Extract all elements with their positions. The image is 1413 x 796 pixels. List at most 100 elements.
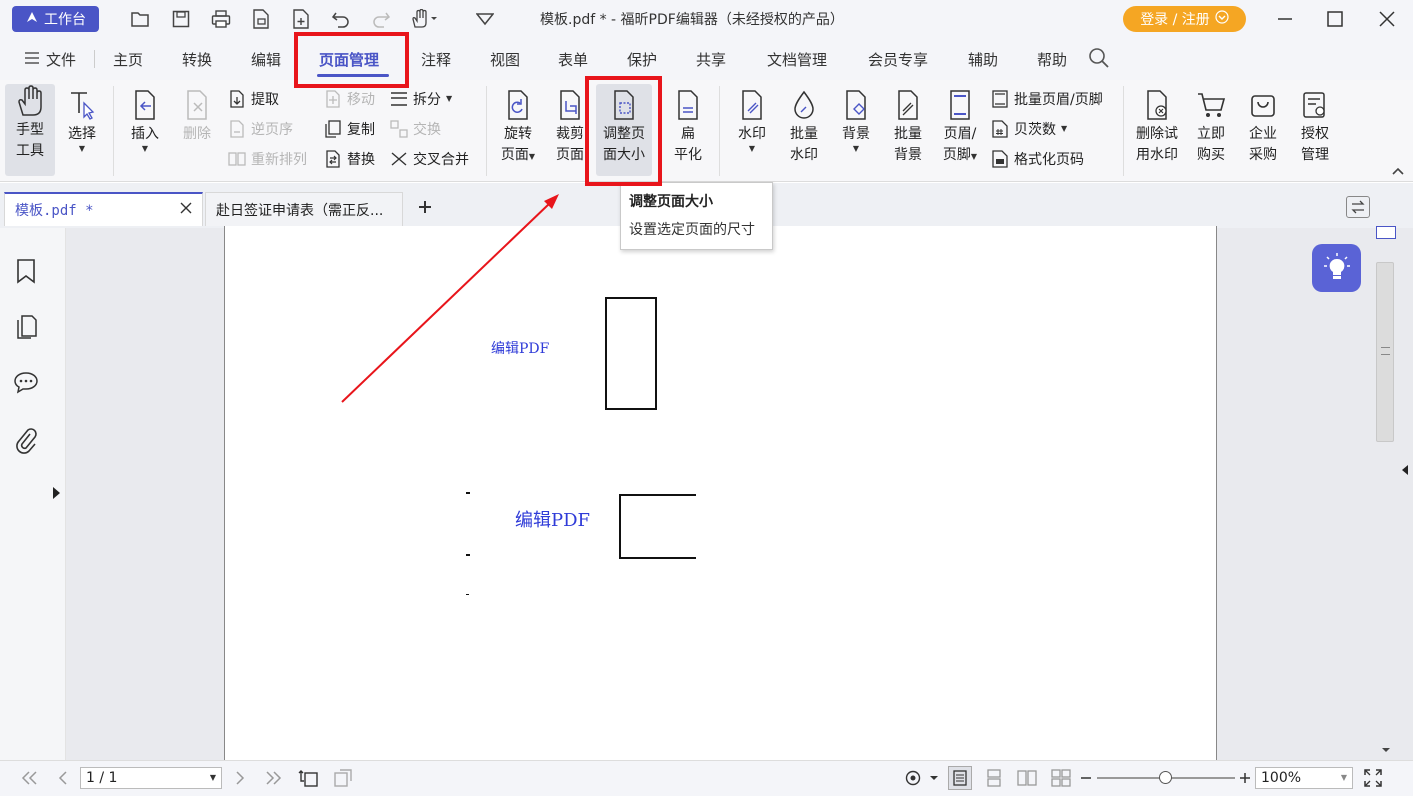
- menu-protect[interactable]: 保护: [627, 49, 657, 70]
- license-label-2: 管理: [1301, 147, 1329, 163]
- close-icon[interactable]: [1367, 4, 1407, 34]
- zoom-level-value: 100%: [1261, 770, 1302, 786]
- search-icon[interactable]: [1088, 47, 1110, 73]
- facing-view-icon[interactable]: [1015, 766, 1039, 790]
- format-page-number-button[interactable]: 格式化页码: [991, 147, 1084, 171]
- hand-tool-button[interactable]: 手型 工具: [5, 84, 55, 176]
- cross-merge-button[interactable]: 交叉合并: [390, 147, 469, 171]
- hand-icon: [14, 84, 46, 118]
- next-page-icon[interactable]: [229, 766, 251, 790]
- lightbulb-assistant-icon[interactable]: [1312, 244, 1361, 292]
- menu-file[interactable]: 文件: [46, 49, 76, 70]
- watermark-button[interactable]: 水印 ▼: [730, 88, 774, 153]
- copy-page-button[interactable]: 复制: [324, 117, 375, 141]
- zoom-slider-handle[interactable]: [1159, 771, 1172, 784]
- split-button[interactable]: 拆分 ▼: [390, 87, 452, 111]
- collapse-ribbon-icon[interactable]: [1392, 164, 1404, 180]
- delete-page-button[interactable]: 删除: [175, 88, 219, 145]
- previous-view-icon[interactable]: [296, 766, 322, 790]
- menu-assist[interactable]: 辅助: [968, 49, 998, 70]
- right-panel-arrow-icon[interactable]: [1401, 464, 1409, 480]
- batch-watermark-icon: [788, 88, 820, 122]
- background-button[interactable]: 背景 ▼: [834, 88, 878, 153]
- open-folder-icon[interactable]: [128, 6, 154, 32]
- header-footer-button[interactable]: 页眉/ 页脚▼: [936, 88, 984, 166]
- zoom-level-select[interactable]: 100% ▼: [1255, 767, 1353, 789]
- zoom-out-icon[interactable]: [1077, 766, 1095, 790]
- menu-member[interactable]: 会员专享: [868, 49, 928, 70]
- bates-number-button[interactable]: 贝茨数 ▼: [991, 117, 1067, 141]
- minimize-icon[interactable]: [1265, 4, 1305, 34]
- menu-view[interactable]: 视图: [490, 49, 520, 70]
- menu-share[interactable]: 共享: [696, 49, 726, 70]
- swap-button[interactable]: 交换: [390, 117, 441, 141]
- rotate-page-button[interactable]: 旋转 页面▼: [494, 88, 542, 166]
- tab-template-pdf[interactable]: 模板.pdf *: [4, 192, 203, 226]
- buy-now-label-2: 购买: [1197, 147, 1225, 163]
- menu-help[interactable]: 帮助: [1037, 49, 1067, 70]
- attachment-icon[interactable]: [14, 426, 38, 458]
- batch-watermark-button[interactable]: 批量 水印: [782, 88, 826, 166]
- continuous-view-icon[interactable]: [982, 766, 1006, 790]
- menu-edit[interactable]: 编辑: [251, 49, 281, 70]
- scrollbar-top-button[interactable]: [1376, 226, 1396, 239]
- page-mark: [466, 594, 469, 595]
- license-management-button[interactable]: 授权 管理: [1292, 88, 1338, 166]
- last-page-icon[interactable]: [261, 766, 287, 790]
- save-icon[interactable]: [168, 6, 194, 32]
- single-page-view-icon[interactable]: [948, 766, 972, 790]
- extract-button[interactable]: 提取: [228, 87, 279, 111]
- remove-trial-watermark-button[interactable]: 删除试 用水印: [1131, 88, 1183, 166]
- tab-close-icon[interactable]: [180, 202, 192, 218]
- previous-page-icon[interactable]: [52, 766, 74, 790]
- batch-watermark-label-1: 批量: [790, 126, 818, 142]
- move-button[interactable]: 移动: [324, 87, 375, 111]
- scroll-down-icon[interactable]: [1381, 742, 1391, 758]
- flatten-label-1: 扁: [681, 126, 695, 142]
- comments-icon[interactable]: [13, 370, 39, 398]
- menu-home[interactable]: 主页: [113, 49, 143, 70]
- switch-view-icon[interactable]: [1346, 196, 1370, 218]
- first-page-icon[interactable]: [16, 766, 42, 790]
- fullscreen-icon[interactable]: [1360, 766, 1386, 790]
- menu-comment[interactable]: 注释: [421, 49, 451, 70]
- split-label: 拆分: [413, 92, 441, 108]
- select-tool-button[interactable]: 选择 ▼: [59, 88, 105, 153]
- zoom-in-icon[interactable]: [1236, 766, 1254, 790]
- insert-page-button[interactable]: 插入 ▼: [123, 88, 167, 153]
- new-file-icon[interactable]: [288, 6, 314, 32]
- print-icon[interactable]: [208, 6, 234, 32]
- undo-icon[interactable]: [328, 6, 354, 32]
- hamburger-icon[interactable]: [24, 51, 40, 69]
- view-mode-dropdown-icon[interactable]: [902, 766, 942, 790]
- menu-document-management[interactable]: 文档管理: [767, 49, 827, 70]
- replace-page-button[interactable]: 替换: [324, 147, 375, 171]
- redo-icon[interactable]: [368, 6, 394, 32]
- reverse-order-button[interactable]: 逆页序: [228, 117, 293, 141]
- shopping-bag-icon: [1247, 88, 1279, 122]
- menu-convert[interactable]: 转换: [182, 49, 212, 70]
- expand-panel-arrow-icon[interactable]: [52, 486, 61, 504]
- batch-header-footer-button[interactable]: 批量页眉/页脚: [991, 87, 1103, 111]
- workspace-button[interactable]: 工作台: [12, 6, 99, 32]
- maximize-icon[interactable]: [1315, 4, 1355, 34]
- customize-toolbar-icon[interactable]: [472, 6, 498, 32]
- continuous-facing-view-icon[interactable]: [1049, 766, 1073, 790]
- enterprise-purchase-button[interactable]: 企业 采购: [1240, 88, 1286, 166]
- hand-tool-dropdown-icon[interactable]: [408, 6, 442, 32]
- buy-now-button[interactable]: 立即 购买: [1188, 88, 1234, 166]
- scan-icon[interactable]: [248, 6, 274, 32]
- crop-label-2: 页面: [556, 147, 584, 163]
- pages-thumbnail-icon[interactable]: [15, 314, 37, 344]
- menu-form[interactable]: 表单: [558, 49, 588, 70]
- batch-background-button[interactable]: 批量 背景: [886, 88, 930, 166]
- login-register-button[interactable]: 登录 / 注册: [1123, 6, 1246, 32]
- flatten-button[interactable]: 扁 平化: [666, 88, 710, 166]
- bookmark-icon[interactable]: [15, 258, 37, 288]
- remove-trial-label-2: 用水印: [1136, 147, 1178, 163]
- header-footer-icon: [944, 88, 976, 122]
- reorder-button[interactable]: 重新排列: [228, 147, 307, 171]
- page-number-input[interactable]: 1 / 1 ▼: [80, 767, 222, 789]
- next-view-icon[interactable]: [330, 766, 356, 790]
- zoom-dropdown-icon: ▼: [1340, 773, 1347, 782]
